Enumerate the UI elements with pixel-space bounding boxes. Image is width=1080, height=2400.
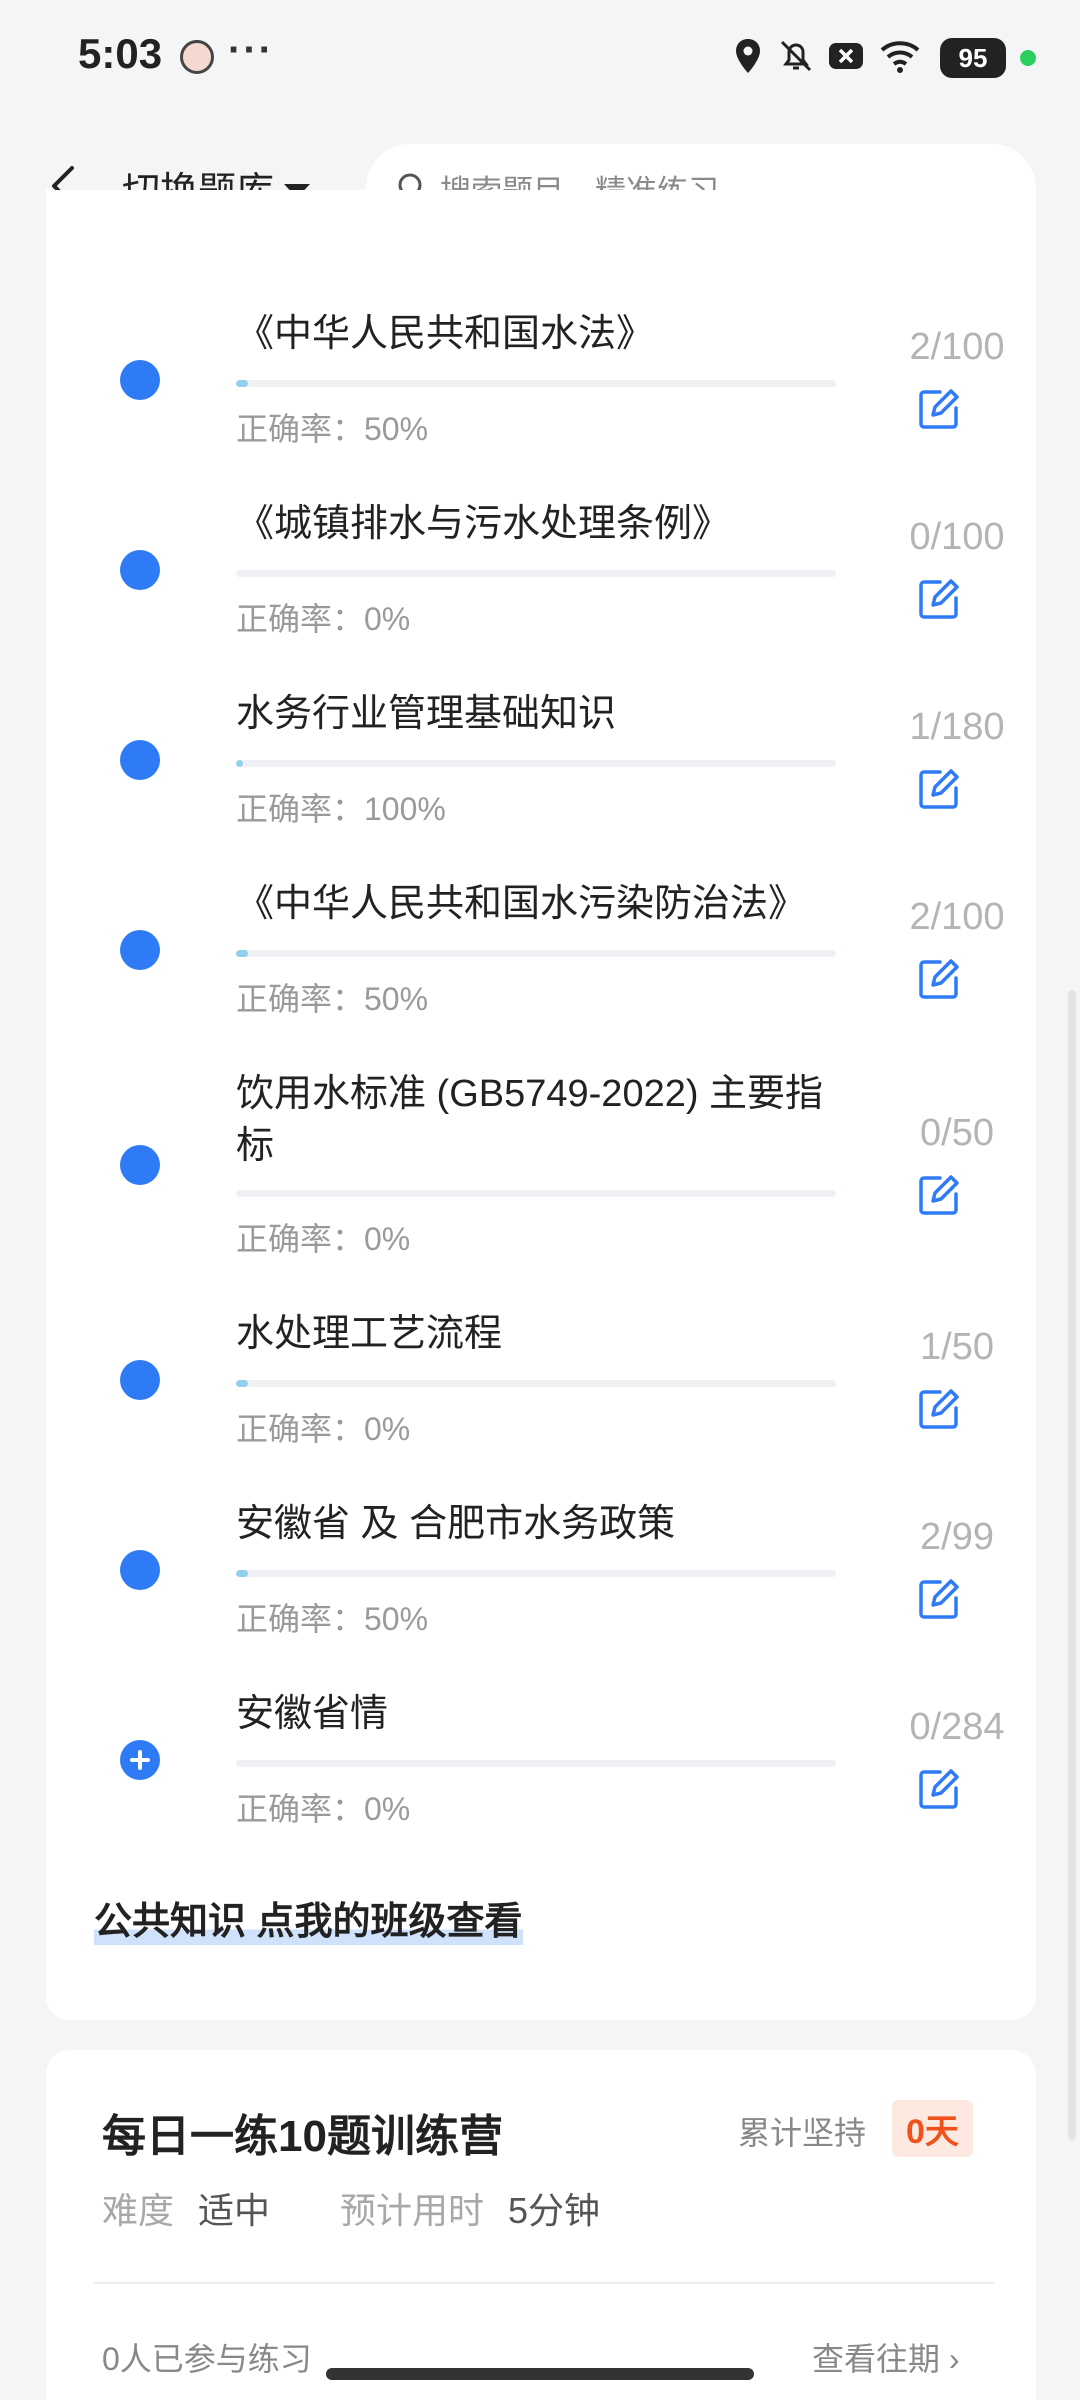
chapter-dot-icon: [120, 740, 160, 780]
scrollbar[interactable]: [1068, 990, 1076, 2140]
edit-icon[interactable]: [916, 1386, 962, 1432]
chapter-accuracy: 正确率：50%: [236, 411, 429, 447]
chapter-accuracy: 正确率：0%: [236, 1411, 411, 1447]
chapter-title: 饮用水标准 (GB5749-2022) 主要指标: [236, 1073, 824, 1167]
chapter-progress-bar: [236, 1190, 836, 1197]
avatar-icon: [180, 40, 214, 74]
streak-label: 累计坚持: [738, 2115, 867, 2151]
difficulty-label: 难度: [102, 2190, 175, 2231]
status-time: 5:03: [78, 30, 163, 77]
chapter-title: 安徽省情: [236, 1693, 389, 1735]
battery-icon: 95: [940, 38, 1006, 78]
training-camp-card[interactable]: 每日一练10题训练营 累计坚持 0天 难度 适中 预计用时 5分钟 0人已参与练…: [46, 2050, 1036, 2400]
chapter-title: 安徽省 及 合肥市水务政策: [236, 1503, 676, 1545]
edit-icon[interactable]: [916, 1766, 962, 1812]
chapter-progress-bar: [236, 570, 836, 577]
chapter-progress-bar: [236, 1760, 836, 1767]
location-icon: [736, 39, 760, 73]
chapter-question-count: 1/50: [920, 1326, 994, 1368]
chapter-dot-icon: [120, 550, 160, 590]
chapter-question-count: 2/100: [909, 896, 1005, 938]
close-app-icon: [829, 43, 863, 69]
edit-icon[interactable]: [916, 1576, 962, 1622]
divider: [94, 2282, 994, 2284]
chapter-question-count: 2/100: [909, 326, 1005, 368]
chapter-question-count: 0/100: [909, 516, 1005, 558]
estimated-time-value: 5分钟: [508, 2190, 601, 2231]
chapter-dot-icon: [120, 1145, 160, 1185]
chapter-title: 《中华人民共和国水污染防治法》: [236, 883, 807, 925]
chapter-title: 《中华人民共和国水法》: [236, 313, 655, 355]
chapter-progress-fill: [236, 380, 248, 387]
edit-icon[interactable]: [916, 576, 962, 622]
edit-icon[interactable]: [916, 1172, 962, 1218]
chapter-progress-fill: [236, 950, 248, 957]
chapter-accuracy: 正确率：0%: [236, 1221, 411, 1257]
chapter-progress-fill: [236, 1380, 248, 1387]
public-knowledge-link[interactable]: 公共知识 点我的班级查看: [94, 1890, 523, 1945]
chapter-question-count: 0/284: [909, 1706, 1005, 1748]
status-bar: 5:03 ··· 95: [0, 0, 1080, 120]
privacy-indicator-dot: [1020, 50, 1036, 66]
chevron-right-icon: ›: [948, 2341, 960, 2377]
chapter-progress-bar: [236, 760, 836, 767]
wifi-icon: [880, 41, 920, 73]
chapter-question-count: 1/180: [909, 706, 1005, 748]
chapter-accuracy: 正确率：50%: [236, 981, 429, 1017]
chapter-question-count: 0/50: [920, 1112, 994, 1154]
edit-icon[interactable]: [916, 956, 962, 1002]
chapter-title: 水务行业管理基础知识: [236, 693, 617, 735]
more-notifications-icon: ···: [228, 28, 274, 72]
chapter-title: 《城镇排水与污水处理条例》: [236, 503, 731, 545]
chapter-accuracy: 正确率：0%: [236, 601, 411, 637]
participants-count: 0人已参与练习: [102, 2341, 312, 2377]
chapter-dot-icon: [120, 1360, 160, 1400]
view-past-label: 查看往期: [812, 2341, 941, 2377]
screen: 5:03 ··· 95 切换题库: [0, 0, 1080, 2400]
estimated-time-label: 预计用时: [340, 2190, 485, 2231]
training-camp-title: 每日一练10题训练营: [102, 2112, 503, 2161]
chapter-accuracy: 正确率：0%: [236, 1791, 411, 1827]
mute-bell-icon: [780, 40, 812, 72]
chapter-progress-bar: [236, 380, 836, 387]
chapter-accuracy: 正确率：100%: [236, 791, 446, 827]
chapter-list-card: 《中华人民共和国水法》 正确率：50% 2/100 《城镇排水与污水处理条例》 正确率：…: [46, 190, 1036, 2020]
difficulty-row: 难度 适中: [102, 2182, 270, 2234]
chapter-progress-bar: [236, 950, 836, 957]
chapter-dot-icon: [120, 930, 160, 970]
view-past-link[interactable]: 查看往期 ›: [812, 2334, 960, 2380]
chapter-progress-bar: [236, 1380, 836, 1387]
chapter-question-count: 2/99: [920, 1516, 994, 1558]
edit-icon[interactable]: [916, 386, 962, 432]
expand-plus-icon: [120, 1740, 160, 1780]
chapter-dot-icon: [120, 360, 160, 400]
chapter-accuracy: 正确率：50%: [236, 1601, 429, 1637]
home-indicator[interactable]: [326, 2368, 754, 2380]
streak-badge: 0天: [892, 2100, 973, 2157]
chapter-progress-fill: [236, 760, 244, 767]
chapter-progress-fill: [236, 1570, 248, 1577]
chapter-progress-bar: [236, 1570, 836, 1577]
chapter-dot-icon: [120, 1550, 160, 1590]
chapter-title: 水处理工艺流程: [236, 1313, 503, 1355]
edit-icon[interactable]: [916, 766, 962, 812]
estimated-time-row: 预计用时 5分钟: [340, 2182, 600, 2234]
difficulty-value: 适中: [198, 2190, 271, 2231]
